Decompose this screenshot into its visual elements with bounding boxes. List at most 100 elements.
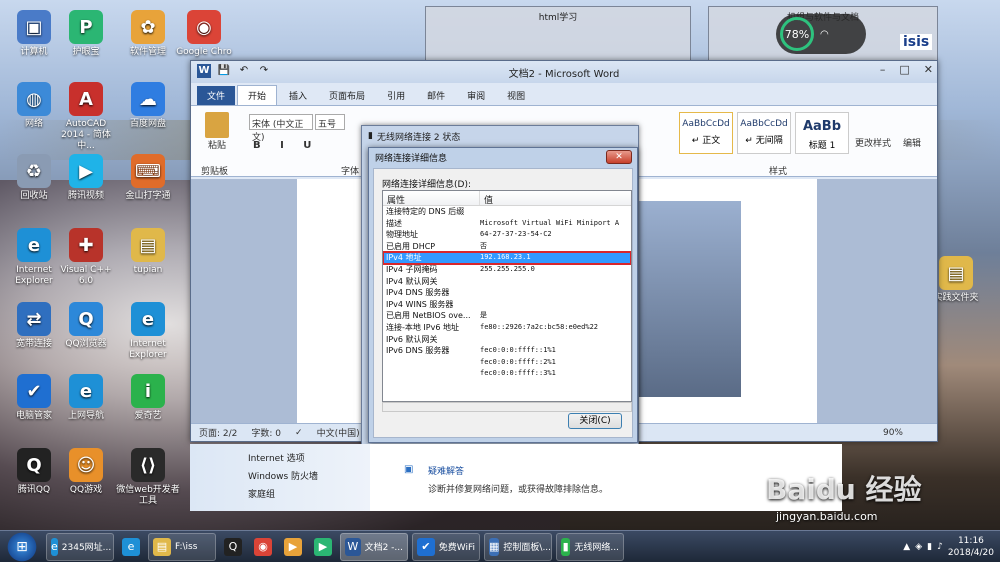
clock[interactable]: 11:16 2018/4/20 [948,535,994,559]
ribbon-tab[interactable]: 插入 [279,86,317,105]
troubleshoot-link[interactable]: 疑难解答 [428,464,464,477]
control-panel-link[interactable]: Internet 选项 [248,450,370,468]
horizontal-scrollbar[interactable] [382,402,632,412]
taskbar-item[interactable]: Q [220,533,246,561]
taskbar-item[interactable]: ▶ [280,533,306,561]
ribbon-tab[interactable]: 引用 [377,86,415,105]
details-row[interactable]: IPv6 默认网关 [383,334,631,346]
minimize-icon[interactable]: – [880,63,886,76]
desktop-icon[interactable]: e Internet Explorer [116,302,180,361]
details-row[interactable]: IPv4 DNS 服务器 [383,287,631,299]
font-name-select[interactable]: 宋体 (中文正文) [249,114,313,143]
details-row[interactable]: IPv6 DNS 服务器 fec0:0:0:ffff::1%1 [383,345,631,357]
proofing-icon[interactable]: ✓ [295,428,303,438]
save-icon[interactable]: 💾 [217,64,231,78]
details-row[interactable]: 物理地址 64-27-37-23-54-C2 [383,229,631,241]
style-option[interactable]: AaBbCcDd ↵ 无间隔 [737,112,791,154]
network-speed-gauge[interactable]: 78% ◠ [776,14,866,54]
desktop-icon[interactable]: ⌨ 金山打字通 [116,154,180,202]
details-list[interactable]: 属性 值 连接特定的 DNS 后缀 描述 Microsoft Virtual WiF… [382,190,632,402]
details-row[interactable]: IPv4 地址 192.168.23.1 [383,251,631,265]
taskbar-item[interactable]: ✔ 免费WiFi [412,532,480,561]
desktop-icon-image: ☺ [69,448,103,482]
desktop-icon[interactable]: i 爱奇艺 [116,374,180,422]
desktop-icon-image: e [69,374,103,408]
edit-button[interactable]: 编辑 [903,136,921,149]
desktop-icon[interactable]: ✿ 软件管理 [116,10,180,58]
ribbon-tab[interactable]: 文件 [197,86,236,105]
background-window-html[interactable]: html学习 [425,6,691,66]
desktop-icon-label: 百度网盘 [129,119,166,129]
change-styles-button[interactable]: 更改样式 [855,136,891,149]
desktop-icon[interactable]: ⟨⟩ 微信web开发者工具 [116,448,180,507]
show-hidden-icons[interactable]: ▲ [903,542,910,552]
details-row[interactable]: IPv4 WINS 服务器 [383,299,631,311]
details-row[interactable]: fec0:0:0:ffff::3%1 [383,368,631,380]
ribbon-tab[interactable]: 开始 [237,85,278,105]
desktop-icon-image: ▣ [17,10,51,44]
details-row[interactable]: 连接特定的 DNS 后缀 [383,206,631,218]
style-option[interactable]: AaBbCcDd ↵ 正文 [679,112,733,154]
control-panel-link[interactable]: Windows 防火墙 [248,468,370,486]
taskbar-item[interactable]: ▦ 控制面板\... [484,532,552,561]
paste-button[interactable]: 粘贴 [199,112,235,151]
network-tray-icon[interactable]: ▮ [927,542,932,552]
details-row[interactable]: 描述 Microsoft Virtual WiFi Miniport A [383,218,631,230]
desktop-icon[interactable]: Q QQ浏览器 [54,302,118,350]
desktop-icon-image: ▤ [939,256,973,290]
ribbon-tab[interactable]: 视图 [497,86,535,105]
column-header-value[interactable]: 值 [480,191,497,206]
desktop-icon-label: tupian [133,265,163,275]
row-property: IPv4 DNS 服务器 [386,288,450,298]
desktop-icon[interactable]: ☺ QQ游戏 [54,448,118,496]
close-button[interactable]: 关闭(C) [568,413,622,429]
taskbar-item[interactable]: e 2345网址... [46,532,114,561]
control-panel-link[interactable]: 家庭组 [248,486,370,504]
taskbar-item[interactable]: ▶ [310,533,336,561]
ribbon-tab[interactable]: 审阅 [457,86,495,105]
word-app-icon[interactable]: W [197,64,211,78]
details-row[interactable]: 连接-本地 IPv6 地址 fe80::2926:7a2c:bc58:e0ed%2… [383,322,631,334]
network-details-dialog[interactable]: 网络连接详细信息 ✕ 网络连接详细信息(D): 属性 值 连接特定的 DNS 后… [368,147,638,443]
details-row[interactable]: IPv4 子网掩码 255.255.255.0 [383,264,631,276]
taskbar-item[interactable]: W 文档2 -... [340,532,408,561]
ribbon-tab[interactable]: 页面布局 [319,86,375,105]
background-window-title: html学习 [538,13,578,23]
details-row[interactable]: fec0:0:0:ffff::2%1 [383,357,631,369]
details-list-header: 属性 值 [383,191,631,206]
volume-icon[interactable]: ♪ [937,542,943,552]
start-button[interactable]: ⊞ [4,531,40,562]
page-count[interactable]: 页面: 2/2 [199,426,237,439]
desktop-icon-label: 软件管理 [129,47,166,57]
desktop-icon[interactable]: e 上网导航 [54,374,118,422]
dialog-close-icon[interactable]: ✕ [606,150,632,164]
taskbar-item[interactable]: e [118,533,144,561]
taskbar-item[interactable]: ▤ F:\iss [148,532,216,561]
language-status[interactable]: 中文(中国) [317,426,360,439]
desktop-icon[interactable]: P 护眼宝 [54,10,118,58]
font-size-select[interactable]: 五号 [315,114,345,130]
ribbon-tab[interactable]: 邮件 [417,86,455,105]
desktop-icon[interactable]: ☁ 百度网盘 [116,82,180,130]
shield-icon[interactable]: ◈ [915,542,922,552]
close-icon[interactable]: ✕ [924,63,933,76]
undo-icon[interactable]: ↶ [237,64,251,78]
word-count[interactable]: 字数: 0 [251,426,281,439]
redo-icon[interactable]: ↷ [257,64,271,78]
style-option[interactable]: AaBb 标题 1 [795,112,849,154]
styles-group-label: 样式 [769,167,788,177]
zoom-level[interactable]: 90% [883,428,903,438]
desktop-icon[interactable]: ▤ tupian [116,228,180,276]
desktop-icon[interactable]: A AutoCAD 2014 - 简体中... [54,82,118,152]
taskbar-item[interactable]: ◉ [250,533,276,561]
details-row[interactable]: IPv4 默认网关 [383,276,631,288]
desktop-icon[interactable]: ✚ Visual C++ 6.0 [54,228,118,287]
desktop-icon[interactable]: ◉ Google Chro [172,10,236,58]
maximize-icon[interactable]: □ [899,63,909,76]
details-row[interactable]: 已启用 DHCP 否 [383,241,631,253]
column-header-property[interactable]: 属性 [383,191,480,206]
desktop-icon[interactable]: ▶ 腾讯视频 [54,154,118,202]
details-row[interactable]: 已启用 NetBIOS ove... 是 [383,310,631,322]
taskbar-item[interactable]: ▮ 无线网络... [556,532,624,561]
format-buttons[interactable]: B I U [253,140,319,151]
